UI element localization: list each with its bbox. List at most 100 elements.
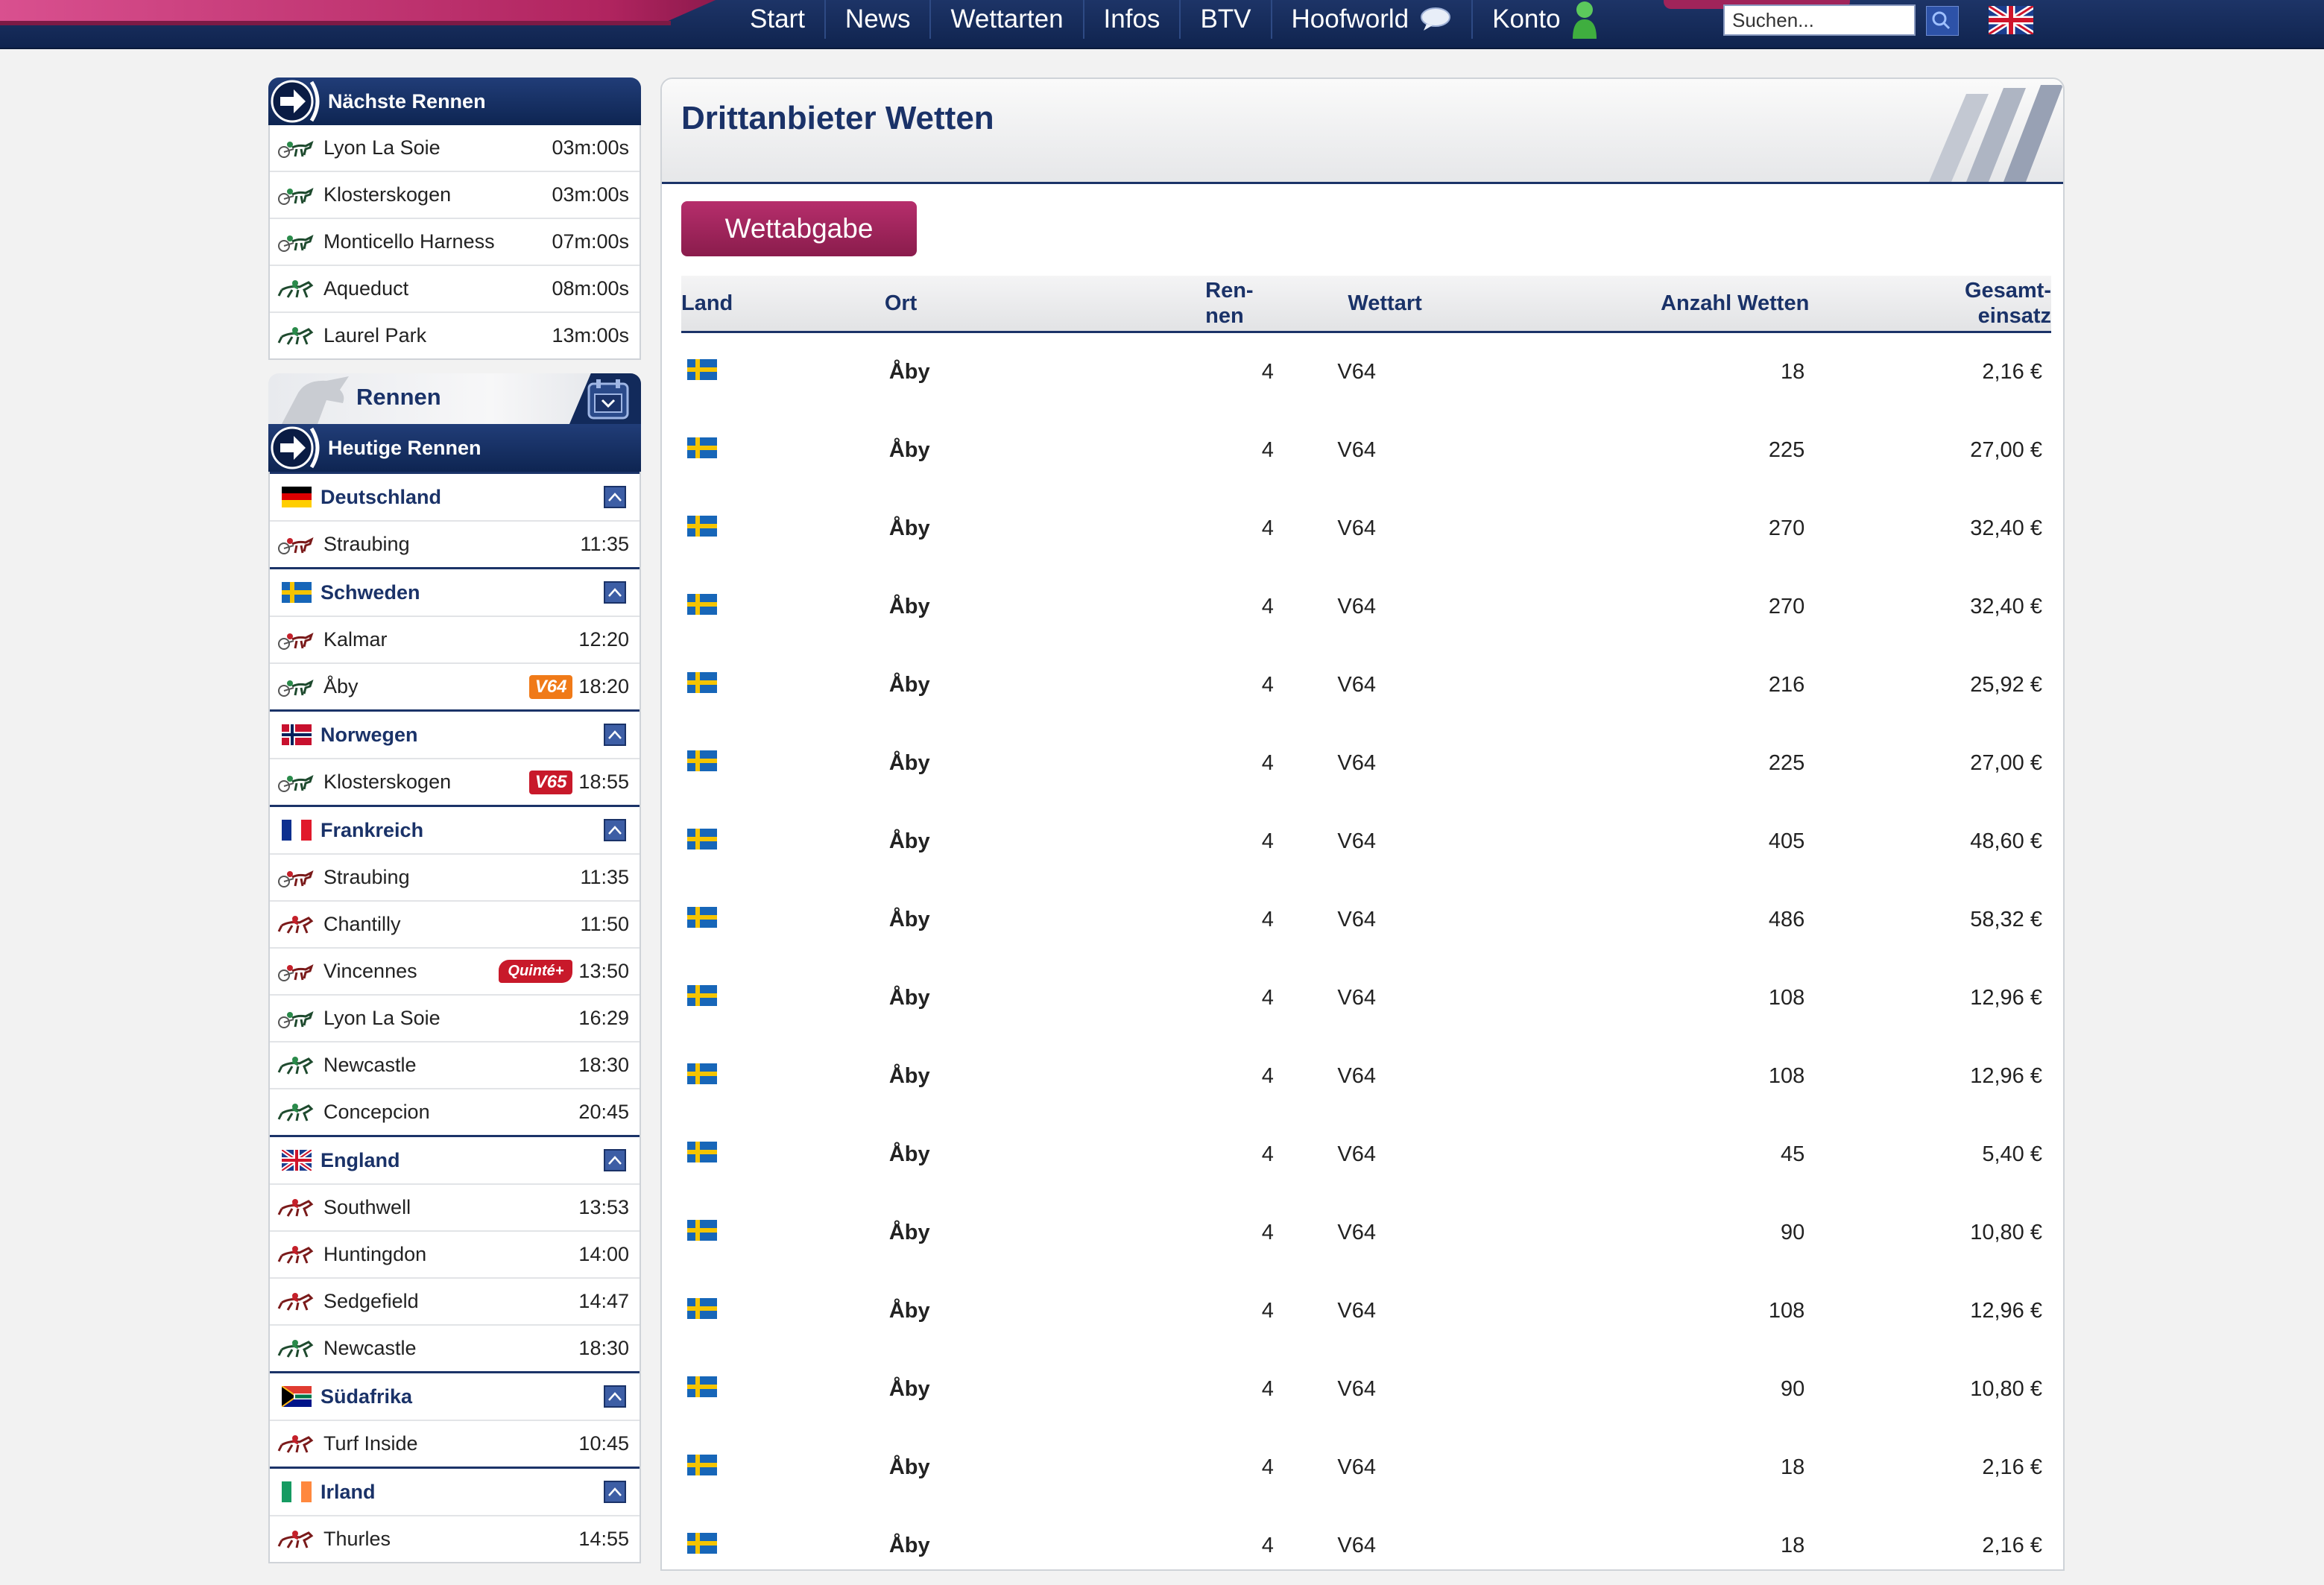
- table-row[interactable]: Åby 4 V64 270 32,40 €: [681, 568, 2051, 646]
- table-row[interactable]: Åby 4 V64 108 12,96 €: [681, 959, 2051, 1037]
- ort-cell[interactable]: Åby: [880, 959, 1205, 1037]
- nav-infos[interactable]: Infos: [1083, 0, 1180, 39]
- ort-cell[interactable]: Åby: [880, 1350, 1205, 1429]
- next-race-item[interactable]: Laurel Park 13m:00s: [270, 311, 640, 358]
- ort-cell[interactable]: Åby: [880, 332, 1205, 412]
- language-uk-flag-icon[interactable]: [1989, 6, 2033, 38]
- nav-news[interactable]: News: [824, 0, 930, 39]
- race-item[interactable]: Concepcion 20:45: [270, 1088, 640, 1135]
- table-row[interactable]: Åby 4 V64 108 12,96 €: [681, 1272, 2051, 1350]
- collapse-icon[interactable]: [604, 1149, 626, 1171]
- ort-cell[interactable]: Åby: [880, 724, 1205, 803]
- ort-cell[interactable]: Åby: [880, 1194, 1205, 1272]
- race-item[interactable]: Kalmar 12:20: [270, 616, 640, 662]
- collapse-icon[interactable]: [604, 819, 626, 841]
- ort-cell[interactable]: Åby: [880, 1272, 1205, 1350]
- race-item[interactable]: Straubing 11:35: [270, 853, 640, 900]
- race-item[interactable]: Turf Inside 10:45: [270, 1420, 640, 1467]
- ort-cell[interactable]: Åby: [880, 881, 1205, 959]
- ort-cell[interactable]: Åby: [880, 1037, 1205, 1116]
- country-header[interactable]: Frankreich: [270, 805, 640, 853]
- ort-cell[interactable]: Åby: [880, 490, 1205, 568]
- next-race-item[interactable]: Aqueduct 08m:00s: [270, 265, 640, 311]
- table-row[interactable]: Åby 4 V64 216 25,92 €: [681, 646, 2051, 724]
- table-row[interactable]: Åby 4 V64 90 10,80 €: [681, 1194, 2051, 1272]
- country-header[interactable]: Südafrika: [270, 1371, 640, 1420]
- collapse-icon[interactable]: [604, 724, 626, 746]
- nav-btv[interactable]: BTV: [1179, 0, 1270, 39]
- collapse-icon[interactable]: [604, 581, 626, 604]
- race-item[interactable]: Lyon La Soie 16:29: [270, 994, 640, 1041]
- table-row[interactable]: Åby 4 V64 18 2,16 €: [681, 332, 2051, 412]
- collapse-icon[interactable]: [604, 486, 626, 508]
- next-race-item[interactable]: Klosterskogen 03m:00s: [270, 171, 640, 218]
- race-item[interactable]: Huntingdon 14:00: [270, 1230, 640, 1277]
- race-item[interactable]: Chantilly 11:50: [270, 900, 640, 947]
- country-header[interactable]: Norwegen: [270, 709, 640, 758]
- search-button[interactable]: [1926, 6, 1959, 36]
- table-row[interactable]: Åby 4 V64 270 32,40 €: [681, 490, 2051, 568]
- table-row[interactable]: Åby 4 V64 18 2,16 €: [681, 1507, 2051, 1585]
- race-item[interactable]: Thurles 14:55: [270, 1515, 640, 1562]
- race-item[interactable]: Newcastle 18:30: [270, 1324, 640, 1371]
- rennen-cell: 4: [1205, 490, 1330, 568]
- table-row[interactable]: Åby 4 V64 108 12,96 €: [681, 1037, 2051, 1116]
- country-flag-icon: [282, 487, 312, 507]
- col-rennen[interactable]: Ren-nen: [1205, 276, 1330, 332]
- arrow-right-icon: [270, 79, 323, 129]
- race-item[interactable]: Newcastle 18:30: [270, 1041, 640, 1088]
- table-row[interactable]: Åby 4 V64 90 10,80 €: [681, 1350, 2051, 1429]
- land-cell: [681, 1507, 880, 1585]
- brand-stripe-shadow: [0, 21, 671, 25]
- table-row[interactable]: Åby 4 V64 45 5,40 €: [681, 1116, 2051, 1194]
- collapse-icon[interactable]: [604, 1481, 626, 1503]
- wettabgabe-button[interactable]: Wettabgabe: [681, 201, 917, 256]
- country-header[interactable]: Schweden: [270, 567, 640, 616]
- table-row[interactable]: Åby 4 V64 405 48,60 €: [681, 803, 2051, 881]
- col-gesamt-label-1: Gesamt-: [1965, 279, 2051, 303]
- rennen-cell: 4: [1205, 1429, 1330, 1507]
- race-item[interactable]: Straubing 11:35: [270, 520, 640, 567]
- nav-start[interactable]: Start: [730, 0, 824, 39]
- anzahl-cell: 216: [1567, 646, 1812, 724]
- nav-wettarten[interactable]: Wettarten: [929, 0, 1082, 39]
- race-item[interactable]: Åby V64 18:20: [270, 662, 640, 709]
- race-item[interactable]: Sedgefield 14:47: [270, 1277, 640, 1324]
- ort-cell[interactable]: Åby: [880, 1429, 1205, 1507]
- ort-cell[interactable]: Åby: [880, 1116, 1205, 1194]
- country-header[interactable]: England: [270, 1135, 640, 1183]
- race-name: Concepcion: [323, 1101, 578, 1124]
- next-race-item[interactable]: Monticello Harness 07m:00s: [270, 218, 640, 265]
- col-ort[interactable]: Ort: [880, 276, 1205, 332]
- nav-news-label: News: [845, 4, 911, 34]
- country-header[interactable]: Deutschland: [270, 472, 640, 520]
- table-row[interactable]: Åby 4 V64 486 58,32 €: [681, 881, 2051, 959]
- col-land[interactable]: Land: [681, 276, 880, 332]
- ort-cell[interactable]: Åby: [880, 411, 1205, 490]
- next-race-item[interactable]: Lyon La Soie 03m:00s: [270, 125, 640, 171]
- ort-cell[interactable]: Åby: [880, 1507, 1205, 1585]
- ort-cell[interactable]: Åby: [880, 803, 1205, 881]
- sweden-flag-icon: [687, 987, 717, 1011]
- col-wettart[interactable]: Wettart: [1330, 276, 1567, 332]
- sweden-flag-icon: [687, 1379, 717, 1402]
- bet-type-badge: V64: [529, 675, 573, 699]
- nav-hoofworld[interactable]: Hoofworld: [1271, 0, 1472, 39]
- race-item[interactable]: Vincennes Quinté+ 13:50: [270, 947, 640, 994]
- race-item[interactable]: Klosterskogen V65 18:55: [270, 758, 640, 805]
- land-cell: [681, 646, 880, 724]
- col-anzahl[interactable]: Anzahl Wetten: [1567, 276, 1812, 332]
- collapse-icon[interactable]: [604, 1385, 626, 1408]
- table-row[interactable]: Åby 4 V64 225 27,00 €: [681, 411, 2051, 490]
- table-row[interactable]: Åby 4 V64 225 27,00 €: [681, 724, 2051, 803]
- race-item[interactable]: Southwell 13:53: [270, 1183, 640, 1230]
- search-input[interactable]: [1723, 4, 1916, 36]
- col-gesamt[interactable]: Gesamt-einsatz: [1812, 276, 2051, 332]
- nav-konto[interactable]: Konto: [1471, 0, 1617, 39]
- gesamt-cell: 10,80 €: [1812, 1350, 2051, 1429]
- country-header[interactable]: Irland: [270, 1467, 640, 1515]
- ort-cell[interactable]: Åby: [880, 568, 1205, 646]
- calendar-icon[interactable]: [586, 378, 631, 424]
- ort-cell[interactable]: Åby: [880, 646, 1205, 724]
- table-row[interactable]: Åby 4 V64 18 2,16 €: [681, 1429, 2051, 1507]
